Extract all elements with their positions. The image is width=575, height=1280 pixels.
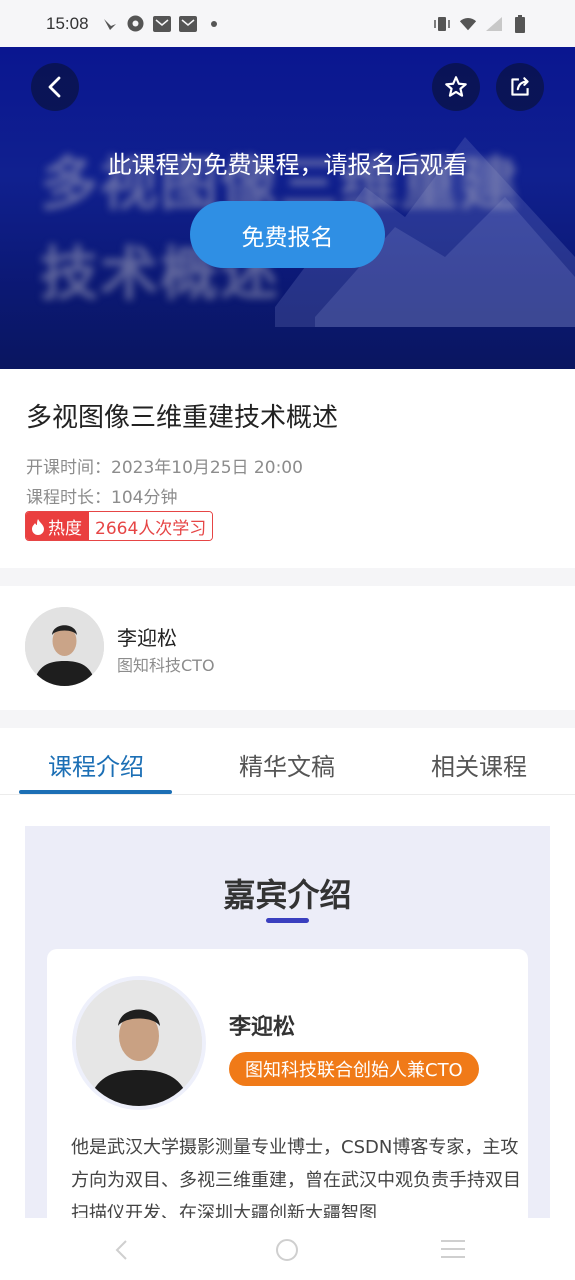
heat-value: 2664人次学习 (89, 512, 213, 540)
course-info: 多视图像三维重建技术概述 开课时间：2023年10月25日 20:00 课程时长… (0, 369, 575, 568)
nav-menu-icon[interactable] (440, 1238, 466, 1264)
section-divider (0, 568, 575, 586)
heat-label-box: 热度 (26, 512, 89, 540)
course-tabs: 课程介绍 精华文稿 相关课程 (0, 728, 575, 795)
teacher-name: 李迎松 (117, 626, 177, 650)
teacher-avatar (25, 607, 104, 686)
share-button[interactable] (496, 63, 544, 111)
teacher-role: 图知科技CTO (117, 656, 215, 675)
guest-title-badge: 图知科技联合创始人兼CTO (229, 1052, 479, 1086)
guest-name: 李迎松 (229, 1015, 296, 1040)
tab-related-courses[interactable]: 相关课程 (431, 747, 527, 782)
back-button[interactable] (31, 63, 79, 111)
system-nav-bar (0, 1218, 575, 1280)
tab-course-intro[interactable]: 课程介绍 (48, 747, 144, 782)
teacher-row[interactable]: 李迎松 图知科技CTO (0, 586, 575, 710)
battery-icon (511, 14, 529, 33)
chevron-left-icon (48, 76, 61, 98)
star-icon (445, 76, 467, 97)
mail-icon (178, 15, 197, 33)
heading-underline (266, 918, 309, 923)
free-enroll-button[interactable]: 免费报名 (190, 201, 385, 268)
section-divider (0, 710, 575, 728)
notification-icons (101, 15, 223, 33)
signal-icon (485, 15, 503, 33)
free-course-notice: 此课程为免费课程，请报名后观看 (107, 151, 468, 179)
nav-home-icon[interactable] (275, 1238, 299, 1266)
share-icon (511, 77, 529, 96)
status-time: 15:08 (46, 13, 89, 33)
nav-back-icon[interactable] (112, 1238, 132, 1266)
course-duration: 课程时长：104分钟 (26, 488, 178, 508)
wifi-icon (459, 15, 477, 33)
tab-highlights[interactable]: 精华文稿 (239, 747, 335, 782)
heat-badge: 热度 2664人次学习 (25, 511, 214, 541)
flame-icon (32, 518, 44, 535)
mail-icon (152, 15, 171, 33)
system-icons (433, 14, 529, 33)
guest-intro-panel: 嘉宾介绍 李迎松 图知科技联合创始人兼CTO 他是武汉大学摄影测量专业博士，CS… (25, 826, 550, 1249)
heat-label: 热度 (48, 518, 82, 539)
status-bar: 15:08 (0, 0, 575, 47)
active-tab-indicator (19, 790, 172, 794)
guest-card: 李迎松 图知科技联合创始人兼CTO 他是武汉大学摄影测量专业博士，CSDN博客专… (47, 949, 528, 1249)
course-title: 多视图像三维重建技术概述 (26, 403, 339, 433)
chrome-icon (127, 15, 145, 33)
guest-bio: 他是武汉大学摄影测量专业博士，CSDN博客专家，主攻方向为双目、多视三维重建，曾… (71, 1137, 521, 1224)
vibrate-icon (433, 15, 451, 33)
dot-icon (205, 15, 223, 33)
guest-intro-heading: 嘉宾介绍 (223, 876, 352, 914)
course-start-time: 开课时间：2023年10月25日 20:00 (26, 458, 303, 478)
bird-icon (101, 15, 119, 33)
guest-avatar (72, 976, 206, 1110)
favorite-button[interactable] (432, 63, 480, 111)
course-cover: 多视图像三维重建 技术概述 此课程为免费课程，请报名后观看 免费报名 (0, 47, 575, 369)
